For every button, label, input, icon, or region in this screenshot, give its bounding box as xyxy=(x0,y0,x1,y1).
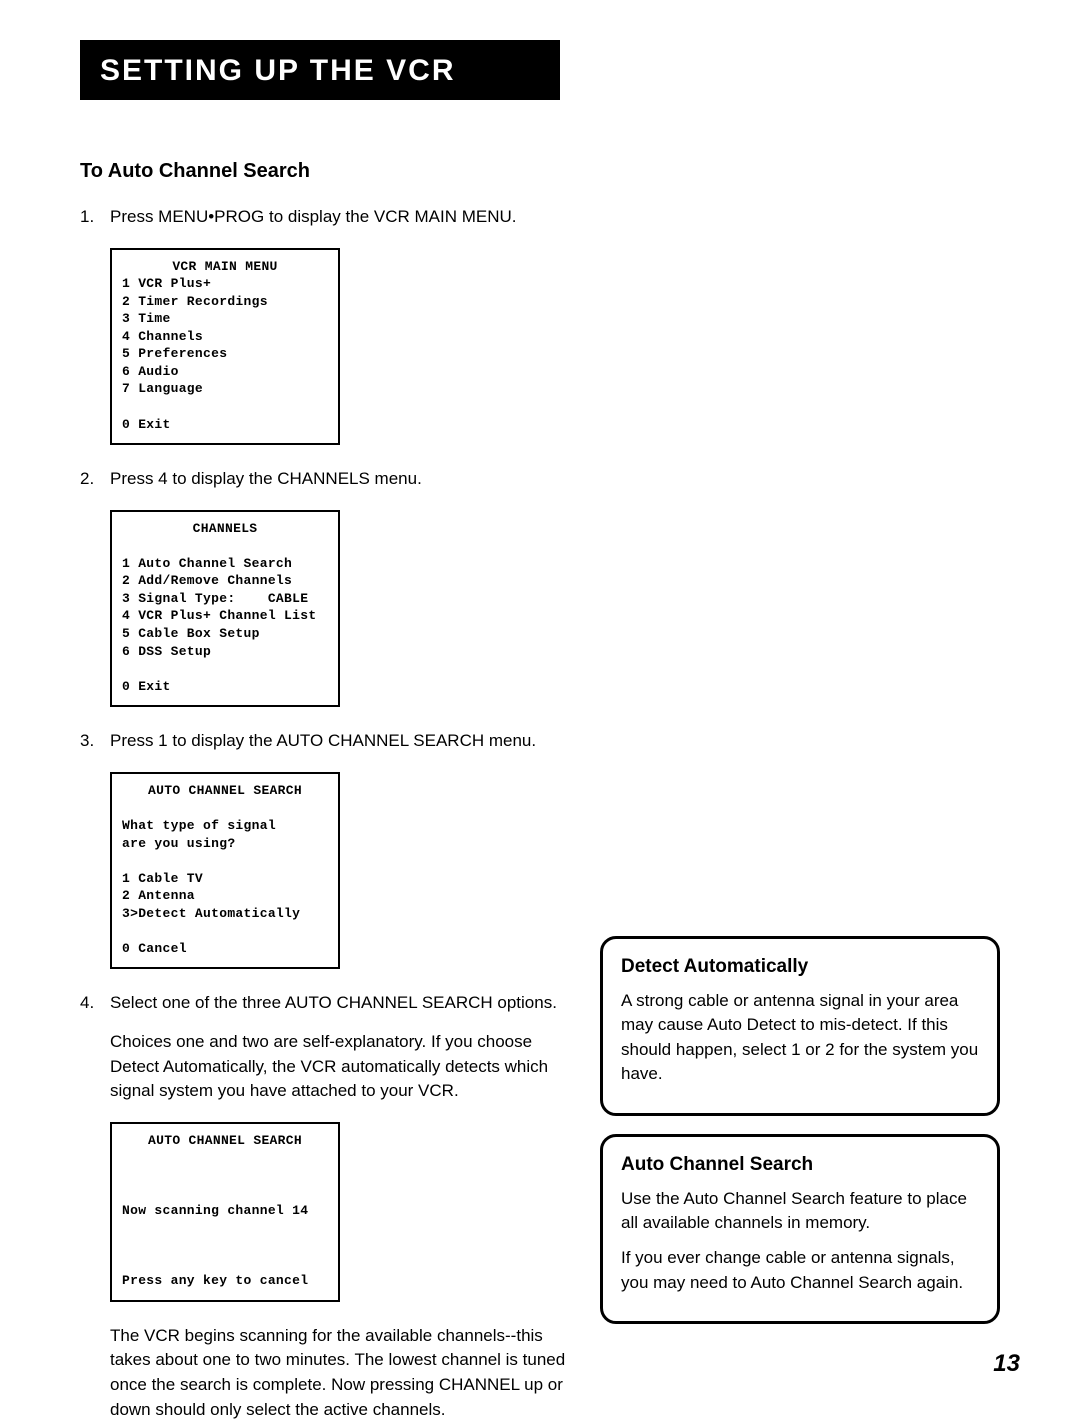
scan-cancel: Press any key to cancel xyxy=(122,1273,308,1288)
step-1: 1. Press MENU•PROG to display the VCR MA… xyxy=(80,205,580,230)
menu-item: 3 Signal Type: CABLE xyxy=(122,591,308,606)
menu-item: 7 Language xyxy=(122,381,203,396)
screen-prompt: are you using? xyxy=(122,836,235,851)
menu-item: 6 Audio xyxy=(122,364,179,379)
callout-title: Auto Channel Search xyxy=(621,1151,979,1179)
menu-item: 4 Channels xyxy=(122,329,203,344)
menu-item: 5 Cable Box Setup xyxy=(122,626,260,641)
step-text: Select one of the three AUTO CHANNEL SEA… xyxy=(110,991,580,1104)
menu-item: 3>Detect Automatically xyxy=(122,906,300,921)
screen-vcr-main-menu: VCR MAIN MENU1 VCR Plus+ 2 Timer Recordi… xyxy=(110,248,340,445)
screen-title: CHANNELS xyxy=(122,520,328,538)
menu-item: 6 DSS Setup xyxy=(122,644,211,659)
menu-item: 1 Auto Channel Search xyxy=(122,556,292,571)
menu-item: 5 Preferences xyxy=(122,346,227,361)
screen-title: VCR MAIN MENU xyxy=(122,258,328,276)
screen-channels: CHANNELS 1 Auto Channel Search 2 Add/Rem… xyxy=(110,510,340,707)
menu-item: 1 VCR Plus+ xyxy=(122,276,211,291)
page-number: 13 xyxy=(993,1350,1020,1378)
menu-item: 0 Cancel xyxy=(122,941,187,956)
menu-item: 2 Antenna xyxy=(122,888,195,903)
screen-title: AUTO CHANNEL SEARCH xyxy=(122,782,328,800)
step-number: 2. xyxy=(80,467,110,492)
step-text: Press 1 to display the AUTO CHANNEL SEAR… xyxy=(110,729,580,754)
menu-item: 3 Time xyxy=(122,311,171,326)
callout-auto-channel-search: Auto Channel Search Use the Auto Channel… xyxy=(600,1134,1000,1324)
step-text: Press 4 to display the CHANNELS menu. xyxy=(110,467,580,492)
steps-list: 1. Press MENU•PROG to display the VCR MA… xyxy=(80,205,580,230)
callout-text: Use the Auto Channel Search feature to p… xyxy=(621,1187,979,1236)
main-column: To Auto Channel Search 1. Press MENU•PRO… xyxy=(80,160,580,1422)
menu-item: 4 VCR Plus+ Channel List xyxy=(122,608,316,623)
step-3: 3. Press 1 to display the AUTO CHANNEL S… xyxy=(80,729,580,754)
step-2: 2. Press 4 to display the CHANNELS menu. xyxy=(80,467,580,492)
screen-title: AUTO CHANNEL SEARCH xyxy=(122,1132,328,1150)
menu-item: 1 Cable TV xyxy=(122,871,203,886)
callout-text: If you ever change cable or antenna sign… xyxy=(621,1246,979,1295)
step-paragraph: The VCR begins scanning for the availabl… xyxy=(110,1324,580,1422)
step-number: 4. xyxy=(80,991,110,1104)
menu-item: 0 Exit xyxy=(122,417,171,432)
step-number: 3. xyxy=(80,729,110,754)
callout-text: A strong cable or antenna signal in your… xyxy=(621,989,979,1088)
step-text: Press MENU•PROG to display the VCR MAIN … xyxy=(110,205,580,230)
section-title: To Auto Channel Search xyxy=(80,160,580,183)
scan-status: Now scanning channel 14 xyxy=(122,1203,308,1218)
callout-detect-automatically: Detect Automatically A strong cable or a… xyxy=(600,936,1000,1116)
callout-column: Detect Automatically A strong cable or a… xyxy=(600,936,1000,1342)
menu-item: 0 Exit xyxy=(122,679,171,694)
screen-auto-channel-search: AUTO CHANNEL SEARCH What type of signal … xyxy=(110,772,340,969)
page-header: SETTING UP THE VCR xyxy=(80,40,560,100)
callout-title: Detect Automatically xyxy=(621,953,979,981)
menu-item: 2 Timer Recordings xyxy=(122,294,268,309)
step-text-line: Select one of the three AUTO CHANNEL SEA… xyxy=(110,993,557,1012)
menu-item: 2 Add/Remove Channels xyxy=(122,573,292,588)
screen-prompt: What type of signal xyxy=(122,818,276,833)
step-paragraph: Choices one and two are self-explanatory… xyxy=(110,1032,548,1100)
step-number: 1. xyxy=(80,205,110,230)
step-4: 4. Select one of the three AUTO CHANNEL … xyxy=(80,991,580,1104)
screen-scanning: AUTO CHANNEL SEARCH Now scanning channel… xyxy=(110,1122,340,1302)
